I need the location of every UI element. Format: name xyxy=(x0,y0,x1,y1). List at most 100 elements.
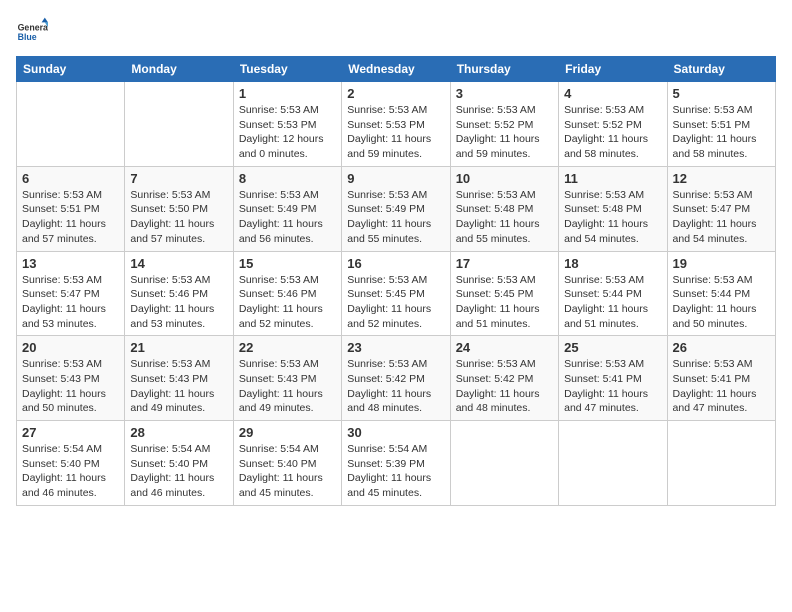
day-detail: Sunrise: 5:53 AMSunset: 5:44 PMDaylight:… xyxy=(564,273,661,332)
week-row-1: 1 Sunrise: 5:53 AMSunset: 5:53 PMDaylight… xyxy=(17,82,776,167)
day-number: 24 xyxy=(456,340,553,355)
svg-text:Blue: Blue xyxy=(18,32,37,42)
day-cell: 9 Sunrise: 5:53 AMSunset: 5:49 PMDaylight… xyxy=(342,166,450,251)
day-number: 22 xyxy=(239,340,336,355)
day-number: 18 xyxy=(564,256,661,271)
day-cell: 1 Sunrise: 5:53 AMSunset: 5:53 PMDaylight… xyxy=(233,82,341,167)
day-number: 12 xyxy=(673,171,770,186)
week-row-5: 27 Sunrise: 5:54 AMSunset: 5:40 PMDayligh… xyxy=(17,421,776,506)
day-detail: Sunrise: 5:53 AMSunset: 5:53 PMDaylight:… xyxy=(239,103,336,162)
day-cell: 7Sunrise: 5:53 AMSunset: 5:50 PMDaylight… xyxy=(125,166,233,251)
day-number: 21 xyxy=(130,340,227,355)
day-cell: 30Sunrise: 5:54 AMSunset: 5:39 PMDayligh… xyxy=(342,421,450,506)
day-number: 3 xyxy=(456,86,553,101)
day-detail: Sunrise: 5:53 AMSunset: 5:42 PMDaylight:… xyxy=(347,357,444,416)
calendar-table: SundayMondayTuesdayWednesdayThursdayFrid… xyxy=(16,56,776,506)
day-cell: 16 Sunrise: 5:53 AMSunset: 5:45 PMDayligh… xyxy=(342,251,450,336)
day-cell xyxy=(667,421,775,506)
day-header-thursday: Thursday xyxy=(450,57,558,82)
day-cell: 4 Sunrise: 5:53 AMSunset: 5:52 PMDaylight… xyxy=(559,82,667,167)
day-cell xyxy=(559,421,667,506)
day-cell xyxy=(450,421,558,506)
day-number: 2 xyxy=(347,86,444,101)
day-cell: 2 Sunrise: 5:53 AMSunset: 5:53 PMDaylight… xyxy=(342,82,450,167)
day-number: 10 xyxy=(456,171,553,186)
day-number: 27 xyxy=(22,425,119,440)
day-cell: 24 Sunrise: 5:53 AMSunset: 5:42 PMDayligh… xyxy=(450,336,558,421)
day-number: 15 xyxy=(239,256,336,271)
day-detail: Sunrise: 5:53 AMSunset: 5:50 PMDaylight:… xyxy=(130,188,227,247)
day-detail: Sunrise: 5:53 AMSunset: 5:41 PMDaylight:… xyxy=(564,357,661,416)
day-detail: Sunrise: 5:53 AMSunset: 5:53 PMDaylight:… xyxy=(347,103,444,162)
day-number: 17 xyxy=(456,256,553,271)
day-cell: 10Sunrise: 5:53 AMSunset: 5:48 PMDayligh… xyxy=(450,166,558,251)
day-number: 19 xyxy=(673,256,770,271)
day-header-wednesday: Wednesday xyxy=(342,57,450,82)
day-detail: Sunrise: 5:53 AMSunset: 5:47 PMDaylight:… xyxy=(22,273,119,332)
day-detail: Sunrise: 5:53 AMSunset: 5:47 PMDaylight:… xyxy=(673,188,770,247)
day-detail: Sunrise: 5:53 AMSunset: 5:48 PMDaylight:… xyxy=(564,188,661,247)
day-number: 30 xyxy=(347,425,444,440)
day-cell: 14 Sunrise: 5:53 AMSunset: 5:46 PMDayligh… xyxy=(125,251,233,336)
day-cell: 19 Sunrise: 5:53 AMSunset: 5:44 PMDayligh… xyxy=(667,251,775,336)
day-detail: Sunrise: 5:54 AMSunset: 5:40 PMDaylight:… xyxy=(22,442,119,501)
day-cell: 25 Sunrise: 5:53 AMSunset: 5:41 PMDayligh… xyxy=(559,336,667,421)
day-detail: Sunrise: 5:53 AMSunset: 5:43 PMDaylight:… xyxy=(239,357,336,416)
header-row: SundayMondayTuesdayWednesdayThursdayFrid… xyxy=(17,57,776,82)
day-cell: 28Sunrise: 5:54 AMSunset: 5:40 PMDayligh… xyxy=(125,421,233,506)
day-cell: 20 Sunrise: 5:53 AMSunset: 5:43 PMDayligh… xyxy=(17,336,125,421)
day-number: 9 xyxy=(347,171,444,186)
week-row-2: 6Sunrise: 5:53 AMSunset: 5:51 PMDaylight… xyxy=(17,166,776,251)
day-header-friday: Friday xyxy=(559,57,667,82)
day-cell: 29 Sunrise: 5:54 AMSunset: 5:40 PMDayligh… xyxy=(233,421,341,506)
day-detail: Sunrise: 5:53 AMSunset: 5:49 PMDaylight:… xyxy=(347,188,444,247)
day-number: 11 xyxy=(564,171,661,186)
day-number: 20 xyxy=(22,340,119,355)
day-number: 29 xyxy=(239,425,336,440)
day-number: 26 xyxy=(673,340,770,355)
day-cell: 3 Sunrise: 5:53 AMSunset: 5:52 PMDaylight… xyxy=(450,82,558,167)
day-detail: Sunrise: 5:53 AMSunset: 5:44 PMDaylight:… xyxy=(673,273,770,332)
day-cell: 13 Sunrise: 5:53 AMSunset: 5:47 PMDayligh… xyxy=(17,251,125,336)
day-header-saturday: Saturday xyxy=(667,57,775,82)
day-number: 6 xyxy=(22,171,119,186)
day-header-tuesday: Tuesday xyxy=(233,57,341,82)
day-cell: 11 Sunrise: 5:53 AMSunset: 5:48 PMDayligh… xyxy=(559,166,667,251)
day-cell: 5 Sunrise: 5:53 AMSunset: 5:51 PMDaylight… xyxy=(667,82,775,167)
day-detail: Sunrise: 5:53 AMSunset: 5:45 PMDaylight:… xyxy=(347,273,444,332)
week-row-4: 20 Sunrise: 5:53 AMSunset: 5:43 PMDayligh… xyxy=(17,336,776,421)
day-number: 14 xyxy=(130,256,227,271)
day-cell: 17Sunrise: 5:53 AMSunset: 5:45 PMDayligh… xyxy=(450,251,558,336)
day-cell: 15 Sunrise: 5:53 AMSunset: 5:46 PMDayligh… xyxy=(233,251,341,336)
day-detail: Sunrise: 5:53 AMSunset: 5:52 PMDaylight:… xyxy=(564,103,661,162)
day-detail: Sunrise: 5:53 AMSunset: 5:43 PMDaylight:… xyxy=(22,357,119,416)
day-number: 13 xyxy=(22,256,119,271)
day-detail: Sunrise: 5:53 AMSunset: 5:46 PMDaylight:… xyxy=(130,273,227,332)
day-number: 16 xyxy=(347,256,444,271)
day-cell: 18 Sunrise: 5:53 AMSunset: 5:44 PMDayligh… xyxy=(559,251,667,336)
day-header-monday: Monday xyxy=(125,57,233,82)
day-cell: 27 Sunrise: 5:54 AMSunset: 5:40 PMDayligh… xyxy=(17,421,125,506)
day-detail: Sunrise: 5:53 AMSunset: 5:46 PMDaylight:… xyxy=(239,273,336,332)
day-detail: Sunrise: 5:53 AMSunset: 5:43 PMDaylight:… xyxy=(130,357,227,416)
day-number: 5 xyxy=(673,86,770,101)
day-detail: Sunrise: 5:53 AMSunset: 5:41 PMDaylight:… xyxy=(673,357,770,416)
day-detail: Sunrise: 5:53 AMSunset: 5:51 PMDaylight:… xyxy=(673,103,770,162)
day-cell: 12 Sunrise: 5:53 AMSunset: 5:47 PMDayligh… xyxy=(667,166,775,251)
day-number: 25 xyxy=(564,340,661,355)
day-cell: 26 Sunrise: 5:53 AMSunset: 5:41 PMDayligh… xyxy=(667,336,775,421)
day-detail: Sunrise: 5:53 AMSunset: 5:42 PMDaylight:… xyxy=(456,357,553,416)
day-header-sunday: Sunday xyxy=(17,57,125,82)
logo: General Blue xyxy=(16,16,48,48)
day-number: 4 xyxy=(564,86,661,101)
day-detail: Sunrise: 5:54 AMSunset: 5:40 PMDaylight:… xyxy=(130,442,227,501)
day-cell: 22 Sunrise: 5:53 AMSunset: 5:43 PMDayligh… xyxy=(233,336,341,421)
day-number: 23 xyxy=(347,340,444,355)
day-number: 8 xyxy=(239,171,336,186)
day-detail: Sunrise: 5:53 AMSunset: 5:52 PMDaylight:… xyxy=(456,103,553,162)
day-number: 1 xyxy=(239,86,336,101)
week-row-3: 13 Sunrise: 5:53 AMSunset: 5:47 PMDayligh… xyxy=(17,251,776,336)
day-detail: Sunrise: 5:54 AMSunset: 5:40 PMDaylight:… xyxy=(239,442,336,501)
day-detail: Sunrise: 5:53 AMSunset: 5:49 PMDaylight:… xyxy=(239,188,336,247)
day-cell xyxy=(17,82,125,167)
